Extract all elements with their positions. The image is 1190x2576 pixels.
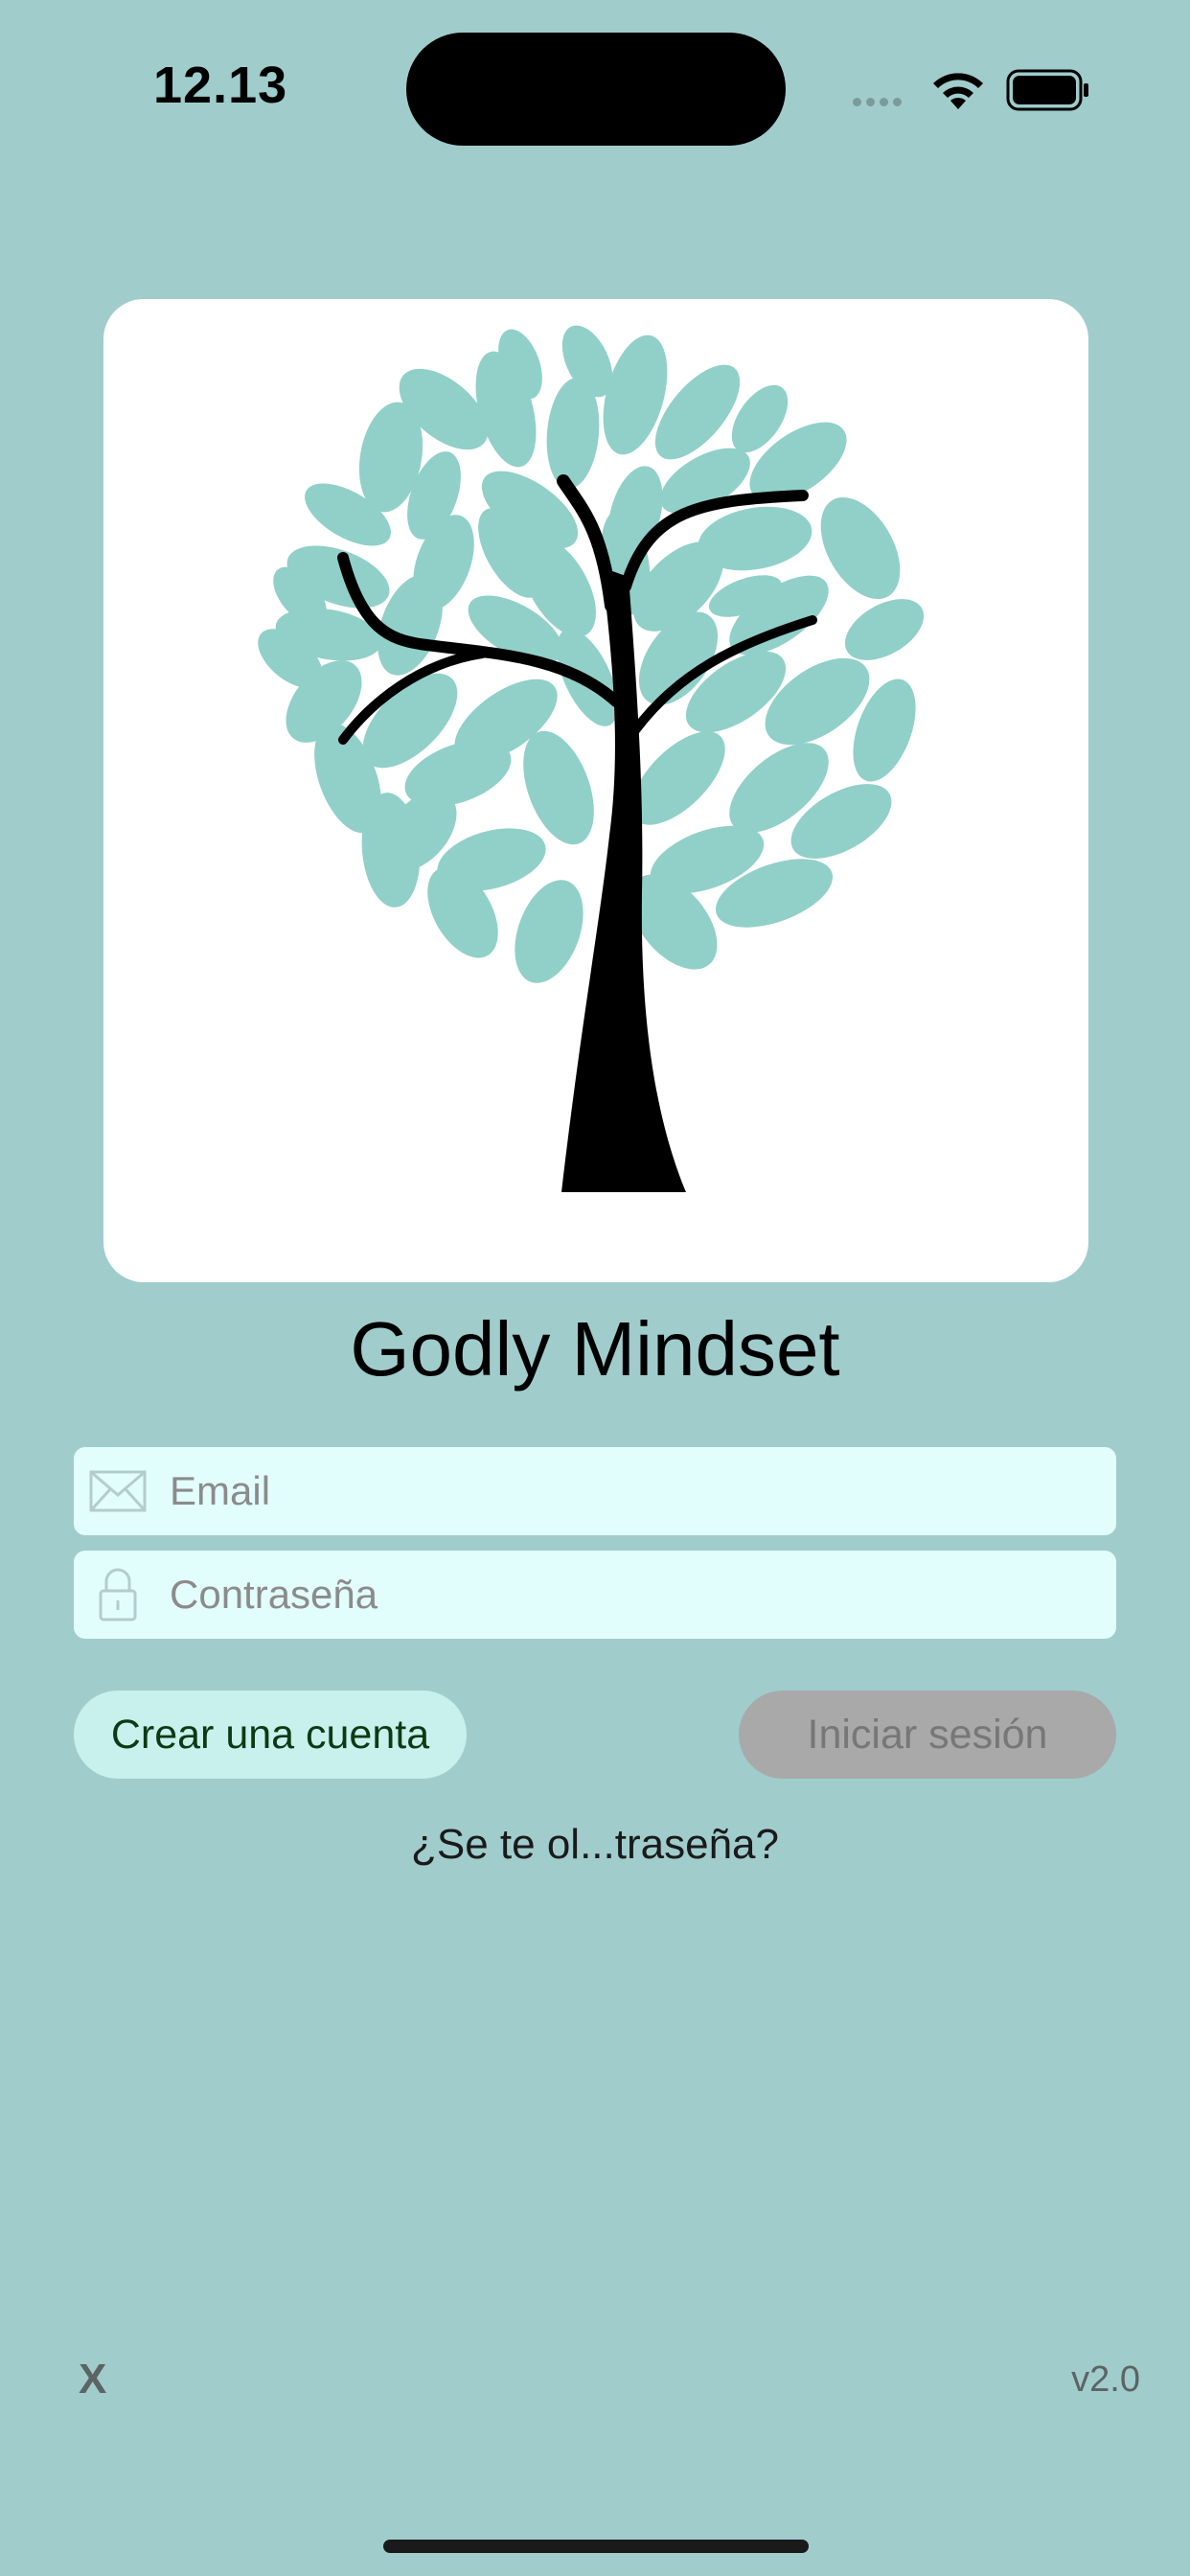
envelope-icon [89, 1470, 147, 1512]
email-placeholder: Email [170, 1468, 271, 1513]
close-button[interactable]: X [79, 2356, 106, 2404]
app-logo [103, 299, 1088, 1282]
wifi-icon [933, 73, 983, 109]
forgot-password-link[interactable]: ¿Se te ol...traseña? [0, 1821, 1190, 1869]
login-button[interactable]: Iniciar sesión [739, 1690, 1116, 1779]
home-indicator[interactable] [383, 2540, 809, 2553]
email-field[interactable]: Email [74, 1447, 1116, 1535]
password-field[interactable]: Contraseña [74, 1551, 1116, 1639]
password-placeholder: Contraseña [170, 1572, 378, 1617]
lock-icon [99, 1568, 137, 1622]
battery-icon [1006, 69, 1088, 111]
dynamic-island [406, 33, 786, 146]
cellular-signal-icon [853, 94, 906, 111]
version-label: v2.0 [1071, 2359, 1140, 2400]
app-title: Godly Mindset [350, 1306, 840, 1392]
tree-logo [258, 325, 925, 1192]
status-time: 12.13 [153, 57, 288, 114]
create-account-button[interactable]: Crear una cuenta [74, 1690, 467, 1779]
